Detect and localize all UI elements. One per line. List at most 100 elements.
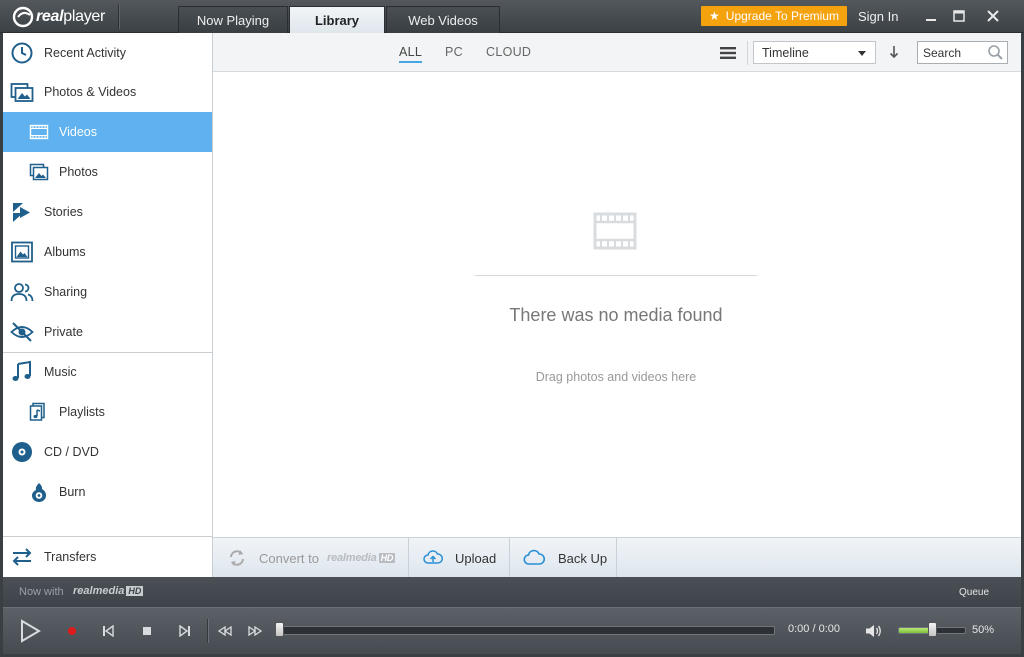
- tab-web-videos[interactable]: Web Videos: [386, 6, 500, 33]
- close-icon: [987, 10, 999, 22]
- sidebar-item-label: Albums: [44, 245, 86, 259]
- main-tabs: Now Playing Library Web Videos: [178, 6, 500, 33]
- empty-state-divider: [475, 275, 757, 276]
- logo-separator: [118, 5, 119, 29]
- sidebar-item-photos[interactable]: Photos: [3, 152, 212, 192]
- sidebar-item-label: Sharing: [44, 285, 88, 299]
- album-icon: [11, 241, 33, 263]
- back-up-button[interactable]: Back Up: [510, 538, 617, 578]
- sidebar-item-label: Photos & Videos: [44, 85, 137, 99]
- cloud-icon: [523, 549, 546, 565]
- player-controls: 0:00 / 0:00 50%: [3, 607, 1021, 654]
- sidebar-item-albums[interactable]: Albums: [3, 232, 212, 272]
- chevron-down-icon: [858, 51, 866, 56]
- transfer-arrows-icon: [12, 548, 32, 566]
- star-icon: ★: [709, 9, 720, 23]
- sign-in-link[interactable]: Sign In: [858, 9, 898, 24]
- time-display: 0:00 / 0:00: [788, 623, 840, 635]
- search-icon[interactable]: [987, 44, 1004, 61]
- sidebar-item-label: Private: [44, 325, 83, 339]
- sidebar-item-photos-videos[interactable]: Photos & Videos: [3, 72, 212, 112]
- sort-direction-icon[interactable]: [888, 44, 900, 60]
- cloud-upload-icon: [423, 550, 443, 564]
- convert-icon: [230, 550, 244, 566]
- sidebar-item-sharing[interactable]: Sharing: [3, 272, 212, 312]
- library-content: ALL PC CLOUD Timeline There was no media…: [213, 33, 1021, 578]
- clock-icon: [11, 42, 33, 64]
- burn-icon: [32, 483, 46, 502]
- photo-icon: [29, 163, 49, 181]
- sidebar-item-private[interactable]: Private: [3, 312, 212, 352]
- seek-bar[interactable]: [278, 626, 775, 635]
- sort-select-value: Timeline: [762, 45, 809, 60]
- toolbar-separator: [747, 41, 748, 65]
- realplayer-logo-icon: [12, 6, 34, 28]
- upload-button[interactable]: Upload: [409, 538, 510, 578]
- record-button[interactable]: [65, 624, 79, 638]
- tab-now-playing[interactable]: Now Playing: [178, 6, 288, 33]
- seek-handle[interactable]: [275, 622, 284, 637]
- sidebar-item-music[interactable]: Music: [3, 352, 212, 392]
- stop-button[interactable]: [140, 624, 154, 638]
- back-up-label: Back Up: [558, 550, 608, 566]
- music-note-icon: [12, 360, 31, 381]
- play-button[interactable]: [17, 618, 43, 644]
- player-separator: [207, 619, 208, 643]
- sidebar-item-transfers[interactable]: Transfers: [3, 537, 212, 577]
- record-icon: [68, 627, 76, 635]
- rewind-icon: [218, 626, 232, 636]
- playlist-icon: [29, 402, 45, 421]
- sidebar-item-label: Stories: [44, 205, 83, 219]
- maximize-icon: [953, 10, 965, 22]
- upload-label: Upload: [455, 550, 497, 566]
- sidebar-item-cd-dvd[interactable]: CD / DVD: [3, 432, 212, 472]
- sidebar-item-label: Burn: [59, 485, 86, 499]
- realplayer-logo: realplayer: [12, 6, 105, 28]
- upgrade-premium-label: Upgrade To Premium: [725, 9, 839, 23]
- next-button[interactable]: [178, 624, 192, 638]
- realmedia-hd-logo: realmedia HD: [73, 585, 144, 597]
- play-icon: [21, 619, 41, 643]
- sort-select[interactable]: Timeline: [753, 41, 876, 64]
- fast-forward-button[interactable]: [247, 624, 263, 638]
- list-view-icon[interactable]: [719, 46, 737, 60]
- sidebar-item-label: Videos: [59, 125, 97, 139]
- upgrade-premium-button[interactable]: ★ Upgrade To Premium: [701, 6, 847, 26]
- people-icon: [10, 283, 34, 302]
- realmedia-hd-logo: realmedia HD: [326, 552, 396, 564]
- filter-all[interactable]: ALL: [399, 45, 423, 63]
- rewind-button[interactable]: [217, 624, 233, 638]
- sidebar-item-label: CD / DVD: [44, 445, 99, 459]
- volume-handle[interactable]: [928, 622, 937, 637]
- sidebar-item-stories[interactable]: Stories: [3, 192, 212, 232]
- previous-button[interactable]: [101, 624, 115, 638]
- sidebar-item-videos[interactable]: Videos: [3, 112, 212, 152]
- skip-next-icon: [179, 625, 190, 637]
- eye-slash-icon: [10, 322, 34, 342]
- sidebar-item-recent-activity[interactable]: Recent Activity: [3, 33, 212, 73]
- sidebar-item-label: Music: [44, 365, 77, 379]
- empty-state-subtitle: Drag photos and videos here: [535, 370, 697, 384]
- mute-button[interactable]: [865, 623, 883, 639]
- action-bar: Convert to realmedia HD Upload Back Up: [213, 537, 1021, 578]
- minimize-button[interactable]: [923, 8, 939, 24]
- convert-button[interactable]: Convert to realmedia HD: [213, 538, 409, 578]
- now-with-bar: Now with realmedia HD Queue: [3, 577, 1021, 607]
- empty-film-icon: [593, 212, 637, 250]
- title-bar: realplayer Now Playing Library Web Video…: [0, 0, 1024, 33]
- sidebar-item-label: Playlists: [59, 405, 105, 419]
- filter-cloud[interactable]: CLOUD: [486, 45, 531, 59]
- maximize-button[interactable]: [951, 8, 967, 24]
- stop-icon: [143, 627, 151, 635]
- empty-state-title: There was no media found: [509, 305, 723, 325]
- now-with-label: Now with: [19, 586, 64, 598]
- sidebar-item-burn[interactable]: Burn: [3, 472, 212, 512]
- stories-icon: [13, 203, 30, 222]
- sidebar-item-playlists[interactable]: Playlists: [3, 392, 212, 432]
- logo-text: realplayer: [36, 8, 106, 25]
- tab-library[interactable]: Library: [289, 6, 385, 33]
- filter-pc[interactable]: PC: [445, 45, 463, 59]
- skip-previous-icon: [103, 625, 114, 637]
- queue-button[interactable]: Queue: [959, 587, 989, 598]
- close-button[interactable]: [985, 8, 1001, 24]
